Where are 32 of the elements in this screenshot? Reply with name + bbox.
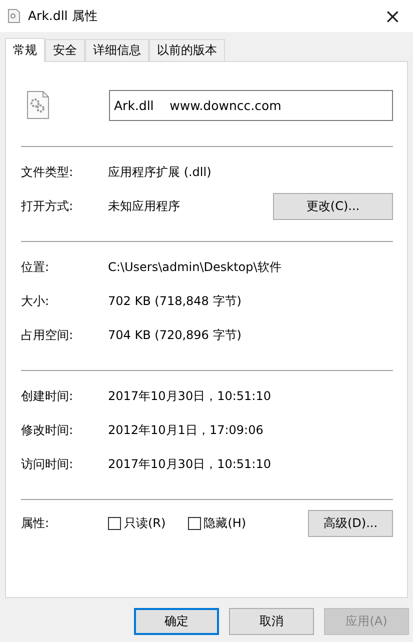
- property-label: 位置:: [21, 258, 50, 276]
- property-value: 2012年10月1日，17:09:06: [108, 422, 264, 438]
- attributes-label: 属性:: [21, 514, 50, 532]
- advanced-button[interactable]: 高级(D)...: [308, 510, 393, 536]
- property-label: 占用空间:: [21, 326, 74, 344]
- attribute-checkbox[interactable]: 只读(R): [108, 514, 166, 532]
- window-title: Ark.dll 属性: [28, 8, 99, 24]
- property-label: 修改时间:: [21, 422, 74, 438]
- settings-file-icon: [27, 91, 49, 119]
- property-value: 2017年10月30日，10:51:10: [108, 456, 272, 472]
- property-value: 应用程序扩展 (.dll): [108, 164, 212, 180]
- change-button[interactable]: 更改(C)...: [273, 192, 393, 220]
- property-value: C:\Users\admin\Desktop\软件: [108, 258, 282, 276]
- tab[interactable]: 详细信息: [85, 39, 149, 61]
- tab[interactable]: 安全: [45, 39, 85, 61]
- property-label: 打开方式:: [21, 198, 74, 214]
- dialog-button[interactable]: 确定: [134, 608, 219, 635]
- attribute-checkbox[interactable]: 隐藏(H): [188, 514, 246, 532]
- tab[interactable]: 常规: [5, 38, 45, 62]
- file-name-field[interactable]: Ark.dll www.downcc.com: [109, 90, 393, 120]
- tab[interactable]: 以前的版本: [149, 39, 225, 61]
- property-label: 文件类型:: [21, 164, 74, 180]
- property-label: 访问时间:: [21, 456, 74, 472]
- property-value: 未知应用程序: [108, 198, 181, 214]
- property-value: 704 KB (720,896 字节): [108, 326, 242, 344]
- file-icon: [8, 9, 20, 23]
- close-button[interactable]: ×: [380, 4, 405, 28]
- property-value: 2017年10月30日，10:51:10: [108, 388, 272, 404]
- property-label: 大小:: [21, 292, 50, 310]
- property-value: 702 KB (718,848 字节): [108, 292, 242, 310]
- dialog-button[interactable]: 取消: [229, 608, 314, 635]
- property-label: 创建时间:: [21, 388, 74, 404]
